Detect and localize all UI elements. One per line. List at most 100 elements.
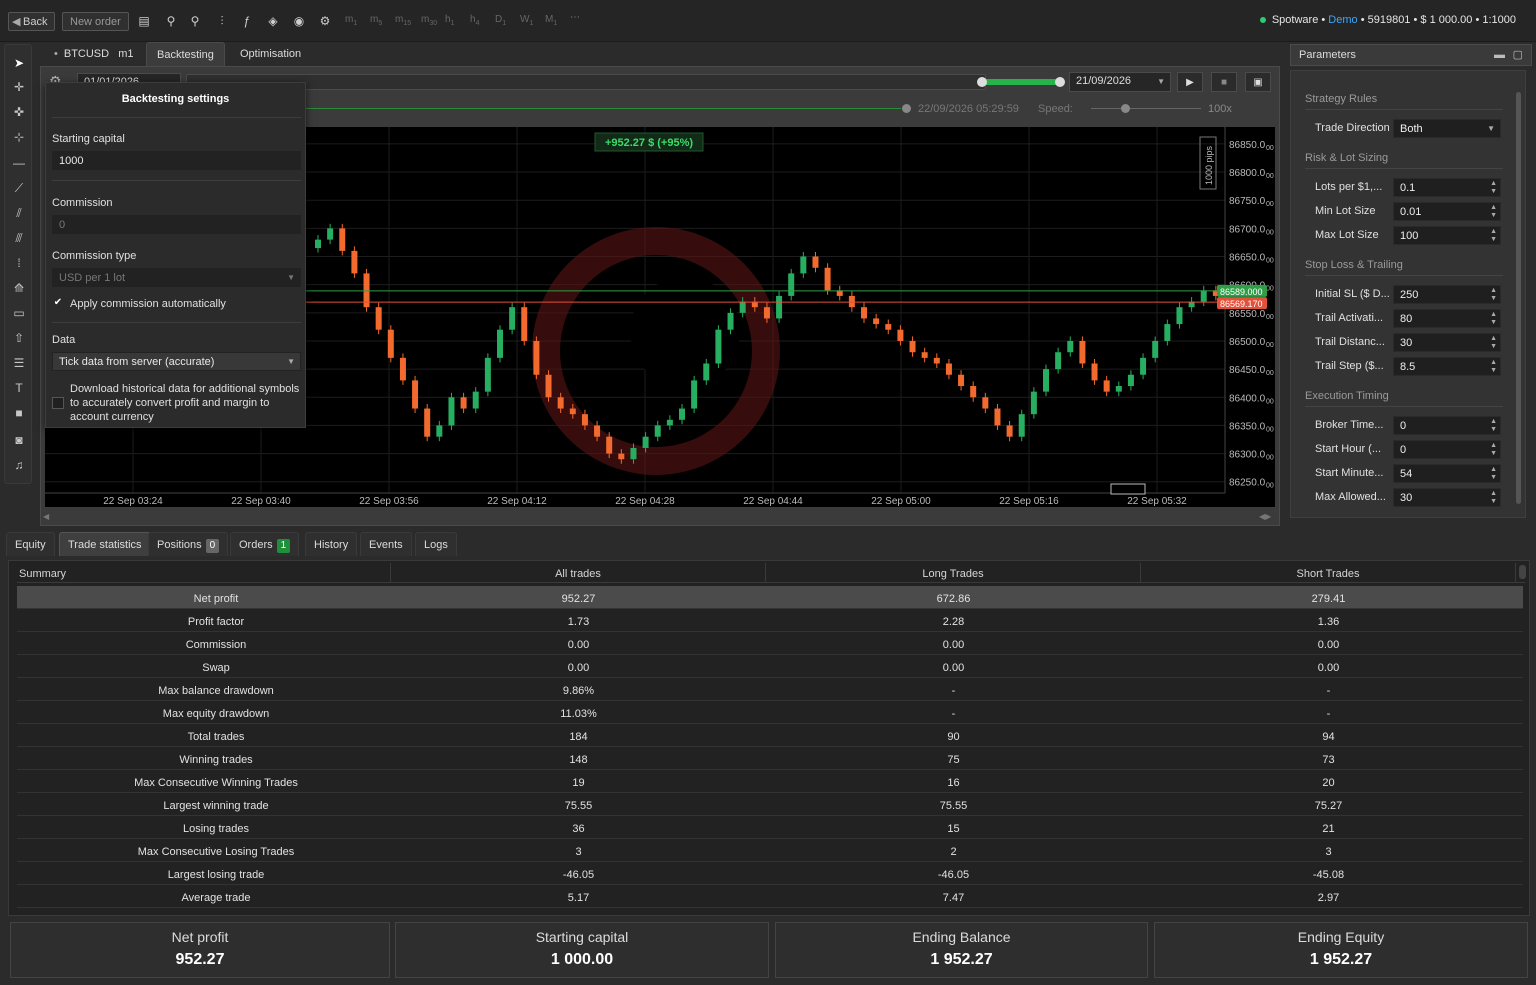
commission-input[interactable]: 0 (52, 215, 301, 234)
cursor-icon[interactable]: ➤ (9, 53, 29, 73)
play-button[interactable]: ▶ (1177, 72, 1203, 92)
param-spin-input[interactable]: 8.5 ▲ ▼ (1393, 357, 1501, 376)
table-row[interactable]: Swap 0.00 0.00 0.00 (17, 655, 1523, 678)
column-header-long-trades[interactable]: Long Trades (766, 563, 1141, 583)
eye-icon[interactable]: ◉ (290, 12, 308, 30)
spinner-arrows-icon[interactable]: ▲ ▼ (1490, 442, 1497, 458)
param-spin-input[interactable]: 0 ▲ ▼ (1393, 440, 1501, 459)
open-params-icon[interactable]: ▢ (1513, 45, 1523, 66)
layers-icon[interactable]: ◈ (264, 12, 282, 30)
param-spin-input[interactable]: 250 ▲ ▼ (1393, 285, 1501, 304)
save-button[interactable]: ▣ (1245, 72, 1271, 92)
levels-icon[interactable]: ☰ (9, 353, 29, 373)
tab-events[interactable]: Events (360, 532, 412, 556)
arrow-up-icon[interactable]: ⇧ (9, 328, 29, 348)
text-icon[interactable]: T (9, 378, 29, 398)
measure-icon[interactable]: ⊹ (9, 127, 29, 147)
table-scrollbar[interactable] (1519, 565, 1526, 579)
column-header-summary[interactable]: Summary (17, 563, 391, 583)
new-order-button[interactable]: New order (62, 12, 129, 31)
progress-handle[interactable] (902, 104, 911, 113)
column-header-short-trades[interactable]: Short Trades (1141, 563, 1516, 583)
spinner-arrows-icon[interactable]: ▲ ▼ (1490, 287, 1497, 303)
back-button[interactable]: ◀ Back (8, 12, 56, 31)
timeframe-m5[interactable]: m5 (370, 14, 382, 27)
param-spin-input[interactable]: 30 ▲ ▼ (1393, 488, 1501, 507)
table-row[interactable]: Largest winning trade 75.55 75.55 75.27 (17, 793, 1523, 816)
param-spin-input[interactable]: 100 ▲ ▼ (1393, 226, 1501, 245)
spinner-arrows-icon[interactable]: ▲ ▼ (1490, 466, 1497, 482)
param-spin-input[interactable]: 0 ▲ ▼ (1393, 416, 1501, 435)
table-row[interactable]: Net profit 952.27 672.86 279.41 (17, 586, 1523, 609)
account-info[interactable]: Spotware • Demo • 5919801 • $ 1 000.00 •… (1259, 14, 1516, 26)
crosshair-alt-icon[interactable]: ✜ (9, 102, 29, 122)
table-row[interactable]: Average trade 5.17 7.47 2.97 (17, 885, 1523, 908)
table-row[interactable]: Max Consecutive Winning Trades 19 16 20 (17, 770, 1523, 793)
table-row[interactable]: Profit factor 1.73 2.28 1.36 (17, 609, 1523, 632)
table-row[interactable]: Winning trades 148 75 73 (17, 747, 1523, 770)
table-row[interactable]: Commission 0.00 0.00 0.00 (17, 632, 1523, 655)
tab-optimisation[interactable]: Optimisation (230, 42, 311, 66)
spinner-arrows-icon[interactable]: ▲ ▼ (1490, 180, 1497, 196)
end-date-picker[interactable]: 21/09/2026 ▼ (1069, 72, 1171, 92)
tab-logs[interactable]: Logs (415, 532, 457, 556)
speed-slider[interactable] (1091, 108, 1201, 109)
channel-icon[interactable]: ⟰ (9, 278, 29, 298)
crosshair-icon[interactable]: ✛ (9, 77, 29, 97)
column-header-all-trades[interactable]: All trades (391, 563, 766, 583)
chart-type-icon[interactable]: ⫶ (213, 12, 231, 30)
chevron-down-icon[interactable]: ▼ (1487, 120, 1495, 138)
alert-bell-icon[interactable]: ♫ (9, 455, 29, 475)
spinner-arrows-icon[interactable]: ▲ ▼ (1490, 228, 1497, 244)
tab-orders[interactable]: Orders 1 (230, 532, 300, 556)
param-select[interactable]: Both ▼ (1393, 119, 1501, 138)
timeframe-W1[interactable]: W1 (520, 14, 533, 27)
zoom-in-icon[interactable]: ⚲ (162, 12, 180, 30)
color-square-icon[interactable]: ■ (9, 403, 29, 423)
tab-backtesting[interactable]: Backtesting (146, 42, 225, 66)
param-spin-input[interactable]: 0.01 ▲ ▼ (1393, 202, 1501, 221)
camera-icon[interactable]: ◙ (9, 430, 29, 450)
timeframe-h4[interactable]: h4 (470, 14, 479, 27)
layout-icon[interactable]: ▤ (135, 12, 153, 30)
tab-positions[interactable]: Positions 0 (148, 532, 229, 556)
table-row[interactable]: Max Consecutive Losing Trades 3 2 3 (17, 839, 1523, 862)
spinner-arrows-icon[interactable]: ▲ ▼ (1490, 490, 1497, 506)
spinner-arrows-icon[interactable]: ▲ ▼ (1490, 335, 1497, 351)
param-spin-input[interactable]: 30 ▲ ▼ (1393, 333, 1501, 352)
table-row[interactable]: Max balance drawdown 9.86% - - (17, 678, 1523, 701)
commission-type-select[interactable]: USD per 1 lot ▼ (52, 268, 301, 287)
tab-trade-statistics[interactable]: Trade statistics (59, 532, 151, 556)
settings-chart-icon[interactable]: ⚙ (316, 12, 334, 30)
scroll-right-icon[interactable]: ◀▶ (1259, 512, 1271, 521)
timeframe-M1[interactable]: M1 (545, 14, 557, 27)
timeframe-h1[interactable]: h1 (445, 14, 454, 27)
range-end-handle[interactable] (1055, 77, 1065, 87)
indicators-icon[interactable]: ƒ (238, 12, 256, 30)
table-row[interactable]: Losing trades 36 15 21 (17, 816, 1523, 839)
table-row[interactable]: Max equity drawdown 11.03% - - (17, 701, 1523, 724)
spinner-arrows-icon[interactable]: ▲ ▼ (1490, 418, 1497, 434)
trend-line-icon[interactable]: ⟋ (9, 178, 29, 198)
param-spin-input[interactable]: 0.1 ▲ ▼ (1393, 178, 1501, 197)
param-spin-input[interactable]: 80 ▲ ▼ (1393, 309, 1501, 328)
horizontal-line-icon[interactable]: — (9, 153, 29, 173)
timeframe-m1[interactable]: m1 (345, 14, 357, 27)
tab-history[interactable]: History (305, 532, 358, 556)
data-source-select[interactable]: Tick data from server (accurate) ▼ (52, 352, 301, 371)
tab-symbol[interactable]: • BTCUSD m1 (44, 42, 144, 66)
params-scrollbar[interactable] (1516, 92, 1521, 504)
table-row[interactable]: Largest losing trade -46.05 -46.05 -45.08 (17, 862, 1523, 885)
download-data-checkbox[interactable] (52, 397, 64, 409)
spinner-arrows-icon[interactable]: ▲ ▼ (1490, 204, 1497, 220)
grid-icon[interactable]: ⁞ (9, 253, 29, 273)
save-params-icon[interactable]: ▬ (1494, 45, 1505, 66)
date-range-slider[interactable] (186, 74, 1065, 90)
spinner-arrows-icon[interactable]: ▲ ▼ (1490, 311, 1497, 327)
timeframe-m15[interactable]: m15 (395, 14, 411, 27)
timeframe-D1[interactable]: D1 (495, 14, 506, 27)
rectangle-icon[interactable]: ▭ (9, 303, 29, 323)
apply-commission-checkbox[interactable]: ✔ (52, 298, 64, 310)
stop-button[interactable]: ■ (1211, 72, 1237, 92)
more-icon[interactable]: ⋯ (570, 12, 580, 23)
